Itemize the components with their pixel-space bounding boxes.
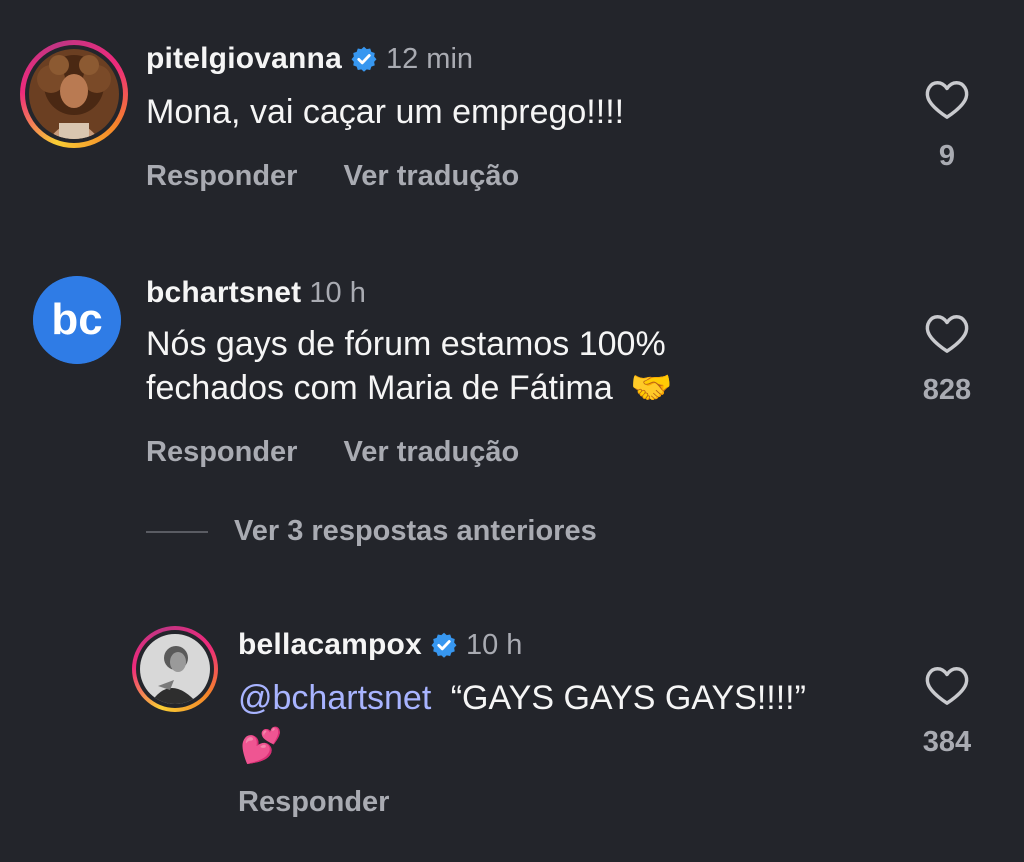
mention-link[interactable]: @bchartsnet [238,679,431,717]
verified-badge-icon [351,46,377,72]
like-count: 9 [938,140,956,172]
reply-button[interactable]: Responder [146,160,297,193]
comment-bchartsnet: bc bchartsnet 10 h Nós gays de fórum est… [0,240,1024,500]
comment-text-line-1: Nós gays de fórum estamos 100% [146,325,666,363]
comment-text: fechados com Maria de Fátima [146,369,613,407]
comment-text: Mona, vai caçar um emprego!!!! [146,93,625,131]
reply-text-line-1: @bchartsnet “GAYS GAYS GAYS!!!!” [238,676,806,720]
reply-text: “GAYS GAYS GAYS!!!!” [450,679,806,717]
comment-time: 12 min [385,42,474,75]
view-previous-replies-button[interactable]: Ver 3 respostas anteriores [146,515,597,548]
comment-username[interactable]: pitelgiovanna [146,42,342,76]
comment-time: 10 h [309,276,366,309]
reply-emoji: 💕 [240,727,283,765]
avatar [29,49,119,139]
avatar [140,634,210,704]
avatar[interactable]: bc [33,276,121,364]
comment-pitelgiovanna: pitelgiovanna 12 min Mona, vai caçar um … [0,0,1024,240]
reply-button[interactable]: Responder [146,436,297,469]
verified-badge-icon [431,632,457,658]
view-replies-label: Ver 3 respostas anteriores [234,515,597,547]
heart-outline-icon[interactable] [924,312,970,354]
avatar-story-ring[interactable] [132,626,218,712]
like-count: 384 [922,726,972,758]
reply-bellacampox: bellacampox 10 h @bchartsnet “GAYS GAYS … [0,600,1024,862]
like-count: 828 [922,374,972,406]
translate-button[interactable]: Ver tradução [343,160,519,193]
reply-username[interactable]: bellacampox [238,628,422,662]
comments-screen: pitelgiovanna 12 min Mona, vai caçar um … [0,0,1024,862]
comment-username[interactable]: bchartsnet [146,276,301,310]
heart-outline-icon[interactable] [924,664,970,706]
thread-divider [146,530,208,533]
reply-button[interactable]: Responder [238,786,389,819]
heart-outline-icon[interactable] [924,78,970,120]
comment-text-line-2: fechados com Maria de Fátima 🤝 [146,366,673,410]
handshake-emoji: 🤝 [630,369,673,407]
svg-text:bc: bc [51,295,102,344]
bc-logo-icon: bc [33,276,121,364]
avatar-story-ring[interactable] [20,40,128,148]
translate-button[interactable]: Ver tradução [343,436,519,469]
reply-time: 10 h [465,628,523,661]
